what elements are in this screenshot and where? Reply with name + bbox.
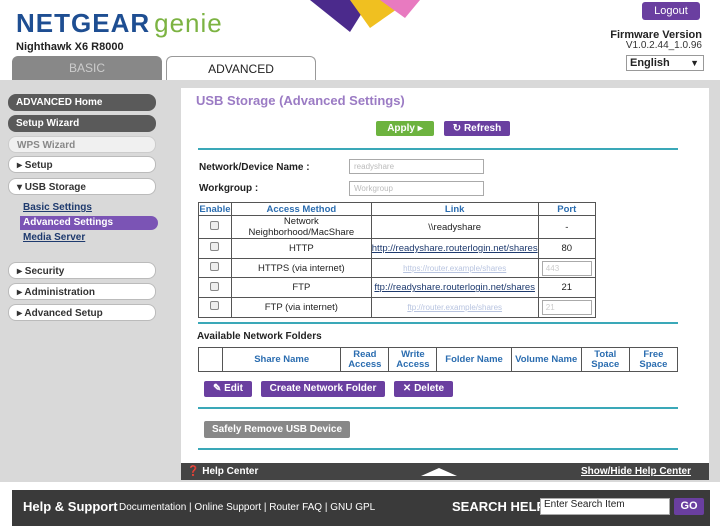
sidebar-item-advanced-setup[interactable]: ▸ Advanced Setup xyxy=(8,304,156,321)
header-volume-name: Volume Name xyxy=(510,347,582,372)
access-method: HTTPS (via internet) xyxy=(230,257,372,279)
create-network-folder-button[interactable]: Create Network Folder xyxy=(261,381,385,397)
access-method: Network Neighborhood/MacShare xyxy=(230,215,372,239)
enable-checkbox[interactable] xyxy=(210,281,220,291)
logout-button[interactable]: Logout xyxy=(642,2,700,20)
show-hide-help-link[interactable]: Show/Hide Help Center xyxy=(581,463,691,480)
language-select[interactable]: English ▼ xyxy=(626,55,704,71)
enable-checkbox[interactable] xyxy=(210,221,220,230)
table-row: HTTPS (via internet) https://router.exam… xyxy=(198,257,597,279)
access-method: FTP xyxy=(230,277,372,299)
expand-triangle-icon[interactable] xyxy=(421,468,457,476)
port-input[interactable]: 21 xyxy=(541,299,592,315)
sidebar-item-usb-storage[interactable]: ▾ USB Storage xyxy=(8,178,156,195)
divider xyxy=(198,448,678,450)
chevron-down-icon: ▼ xyxy=(690,58,699,68)
header: NETGEAR genie Nighthawk X6 R8000 Logout F… xyxy=(0,0,720,80)
netgear-logo: NETGEAR genie xyxy=(16,8,223,39)
table-row: FTP (via internet) ftp://router.example/… xyxy=(198,297,597,318)
apply-button[interactable]: Apply ▸ xyxy=(376,121,434,136)
workgroup-input[interactable]: Workgroup xyxy=(349,181,484,196)
safely-remove-usb-button[interactable]: Safely Remove USB Device xyxy=(204,421,350,438)
sidebar-item-wps-wizard[interactable]: WPS Wizard xyxy=(8,136,156,153)
port-input[interactable]: 443 xyxy=(541,260,592,276)
tab-basic[interactable]: BASIC xyxy=(12,56,162,80)
share-link[interactable]: ftp://router.example/shares xyxy=(407,303,502,312)
header-read-access: Read Access xyxy=(340,347,390,372)
device-name-input[interactable]: readyshare xyxy=(349,159,484,174)
sidebar-item-advanced-settings[interactable]: Advanced Settings xyxy=(20,216,158,230)
divider xyxy=(198,148,678,150)
sidebar-item-basic-settings[interactable]: Basic Settings xyxy=(23,202,92,213)
port-value: 80 xyxy=(537,238,597,259)
header-port: Port xyxy=(537,202,597,216)
divider xyxy=(198,407,678,409)
page-title: USB Storage (Advanced Settings) xyxy=(196,93,405,108)
footer: Help & Support Documentation | Online Su… xyxy=(12,490,710,526)
language-value: English xyxy=(630,57,670,69)
help-support-links[interactable]: Documentation | Online Support | Router … xyxy=(119,502,375,513)
delete-button[interactable]: ✕ Delete xyxy=(394,381,453,397)
port-value: 21 xyxy=(537,277,597,299)
share-link[interactable]: ftp://readyshare.routerlogin.net/shares xyxy=(374,282,535,293)
edit-button[interactable]: ✎ Edit xyxy=(204,381,252,397)
workgroup-label: Workgroup : xyxy=(199,183,259,194)
access-method: HTTP xyxy=(230,238,372,259)
divider xyxy=(198,322,678,324)
search-input[interactable]: Enter Search Item xyxy=(540,498,670,515)
firmware-value: V1.0.2.44_1.0.96 xyxy=(625,40,702,51)
access-method: FTP (via internet) xyxy=(230,297,372,318)
sidebar-item-administration[interactable]: ▸ Administration xyxy=(8,283,156,300)
table-row: FTP ftp://readyshare.routerlogin.net/sha… xyxy=(198,277,597,299)
port-value: - xyxy=(537,215,597,239)
go-button[interactable]: GO xyxy=(674,498,704,515)
help-bar: ❓ Help Center Show/Hide Help Center xyxy=(181,463,709,480)
share-link[interactable]: https://router.example/shares xyxy=(403,264,506,273)
header-access-method: Access Method xyxy=(230,202,372,216)
access-method-table: Enable Access Method Link Port Network N… xyxy=(198,202,597,318)
search-help-label: SEARCH HELP xyxy=(452,499,546,514)
sidebar-item-security[interactable]: ▸ Security xyxy=(8,262,156,279)
link-text: \\readyshare xyxy=(370,215,539,239)
share-link[interactable]: http://readyshare.routerlogin.net/shares xyxy=(372,243,538,254)
genie-text: genie xyxy=(154,8,223,38)
header-free-space: Free Space xyxy=(628,347,679,372)
header-folder-name: Folder Name xyxy=(436,347,512,372)
sidebar-item-media-server[interactable]: Media Server xyxy=(23,232,85,243)
enable-checkbox[interactable] xyxy=(210,242,220,252)
help-center-label[interactable]: ❓ Help Center xyxy=(187,463,258,480)
network-folders-table: Share Name Read Access Write Access Fold… xyxy=(197,347,679,372)
header-share-name: Share Name xyxy=(222,347,342,372)
refresh-button[interactable]: ↻ Refresh xyxy=(444,121,510,136)
table-row: HTTP http://readyshare.routerlogin.net/s… xyxy=(198,238,597,259)
header-total-space: Total Space xyxy=(580,347,630,372)
sidebar-item-setup-wizard[interactable]: Setup Wizard xyxy=(8,115,156,132)
folders-title: Available Network Folders xyxy=(197,331,322,342)
enable-checkbox[interactable] xyxy=(210,262,220,272)
table-row: Network Neighborhood/MacShare \\readysha… xyxy=(198,215,597,239)
device-name-label: Network/Device Name : xyxy=(199,162,310,173)
sidebar-item-setup[interactable]: ▸ Setup xyxy=(8,156,156,173)
decorative-graphic xyxy=(310,0,420,32)
header-link: Link xyxy=(370,202,539,216)
header-select xyxy=(197,347,224,372)
header-enable: Enable xyxy=(198,202,232,216)
enable-checkbox[interactable] xyxy=(210,301,220,311)
brand-text: NETGEAR xyxy=(16,8,151,38)
tab-advanced[interactable]: ADVANCED xyxy=(166,56,316,80)
help-support-title: Help & Support xyxy=(23,499,118,514)
model-name: Nighthawk X6 R8000 xyxy=(16,41,124,53)
sidebar-item-advanced-home[interactable]: ADVANCED Home xyxy=(8,94,156,111)
header-write-access: Write Access xyxy=(388,347,438,372)
